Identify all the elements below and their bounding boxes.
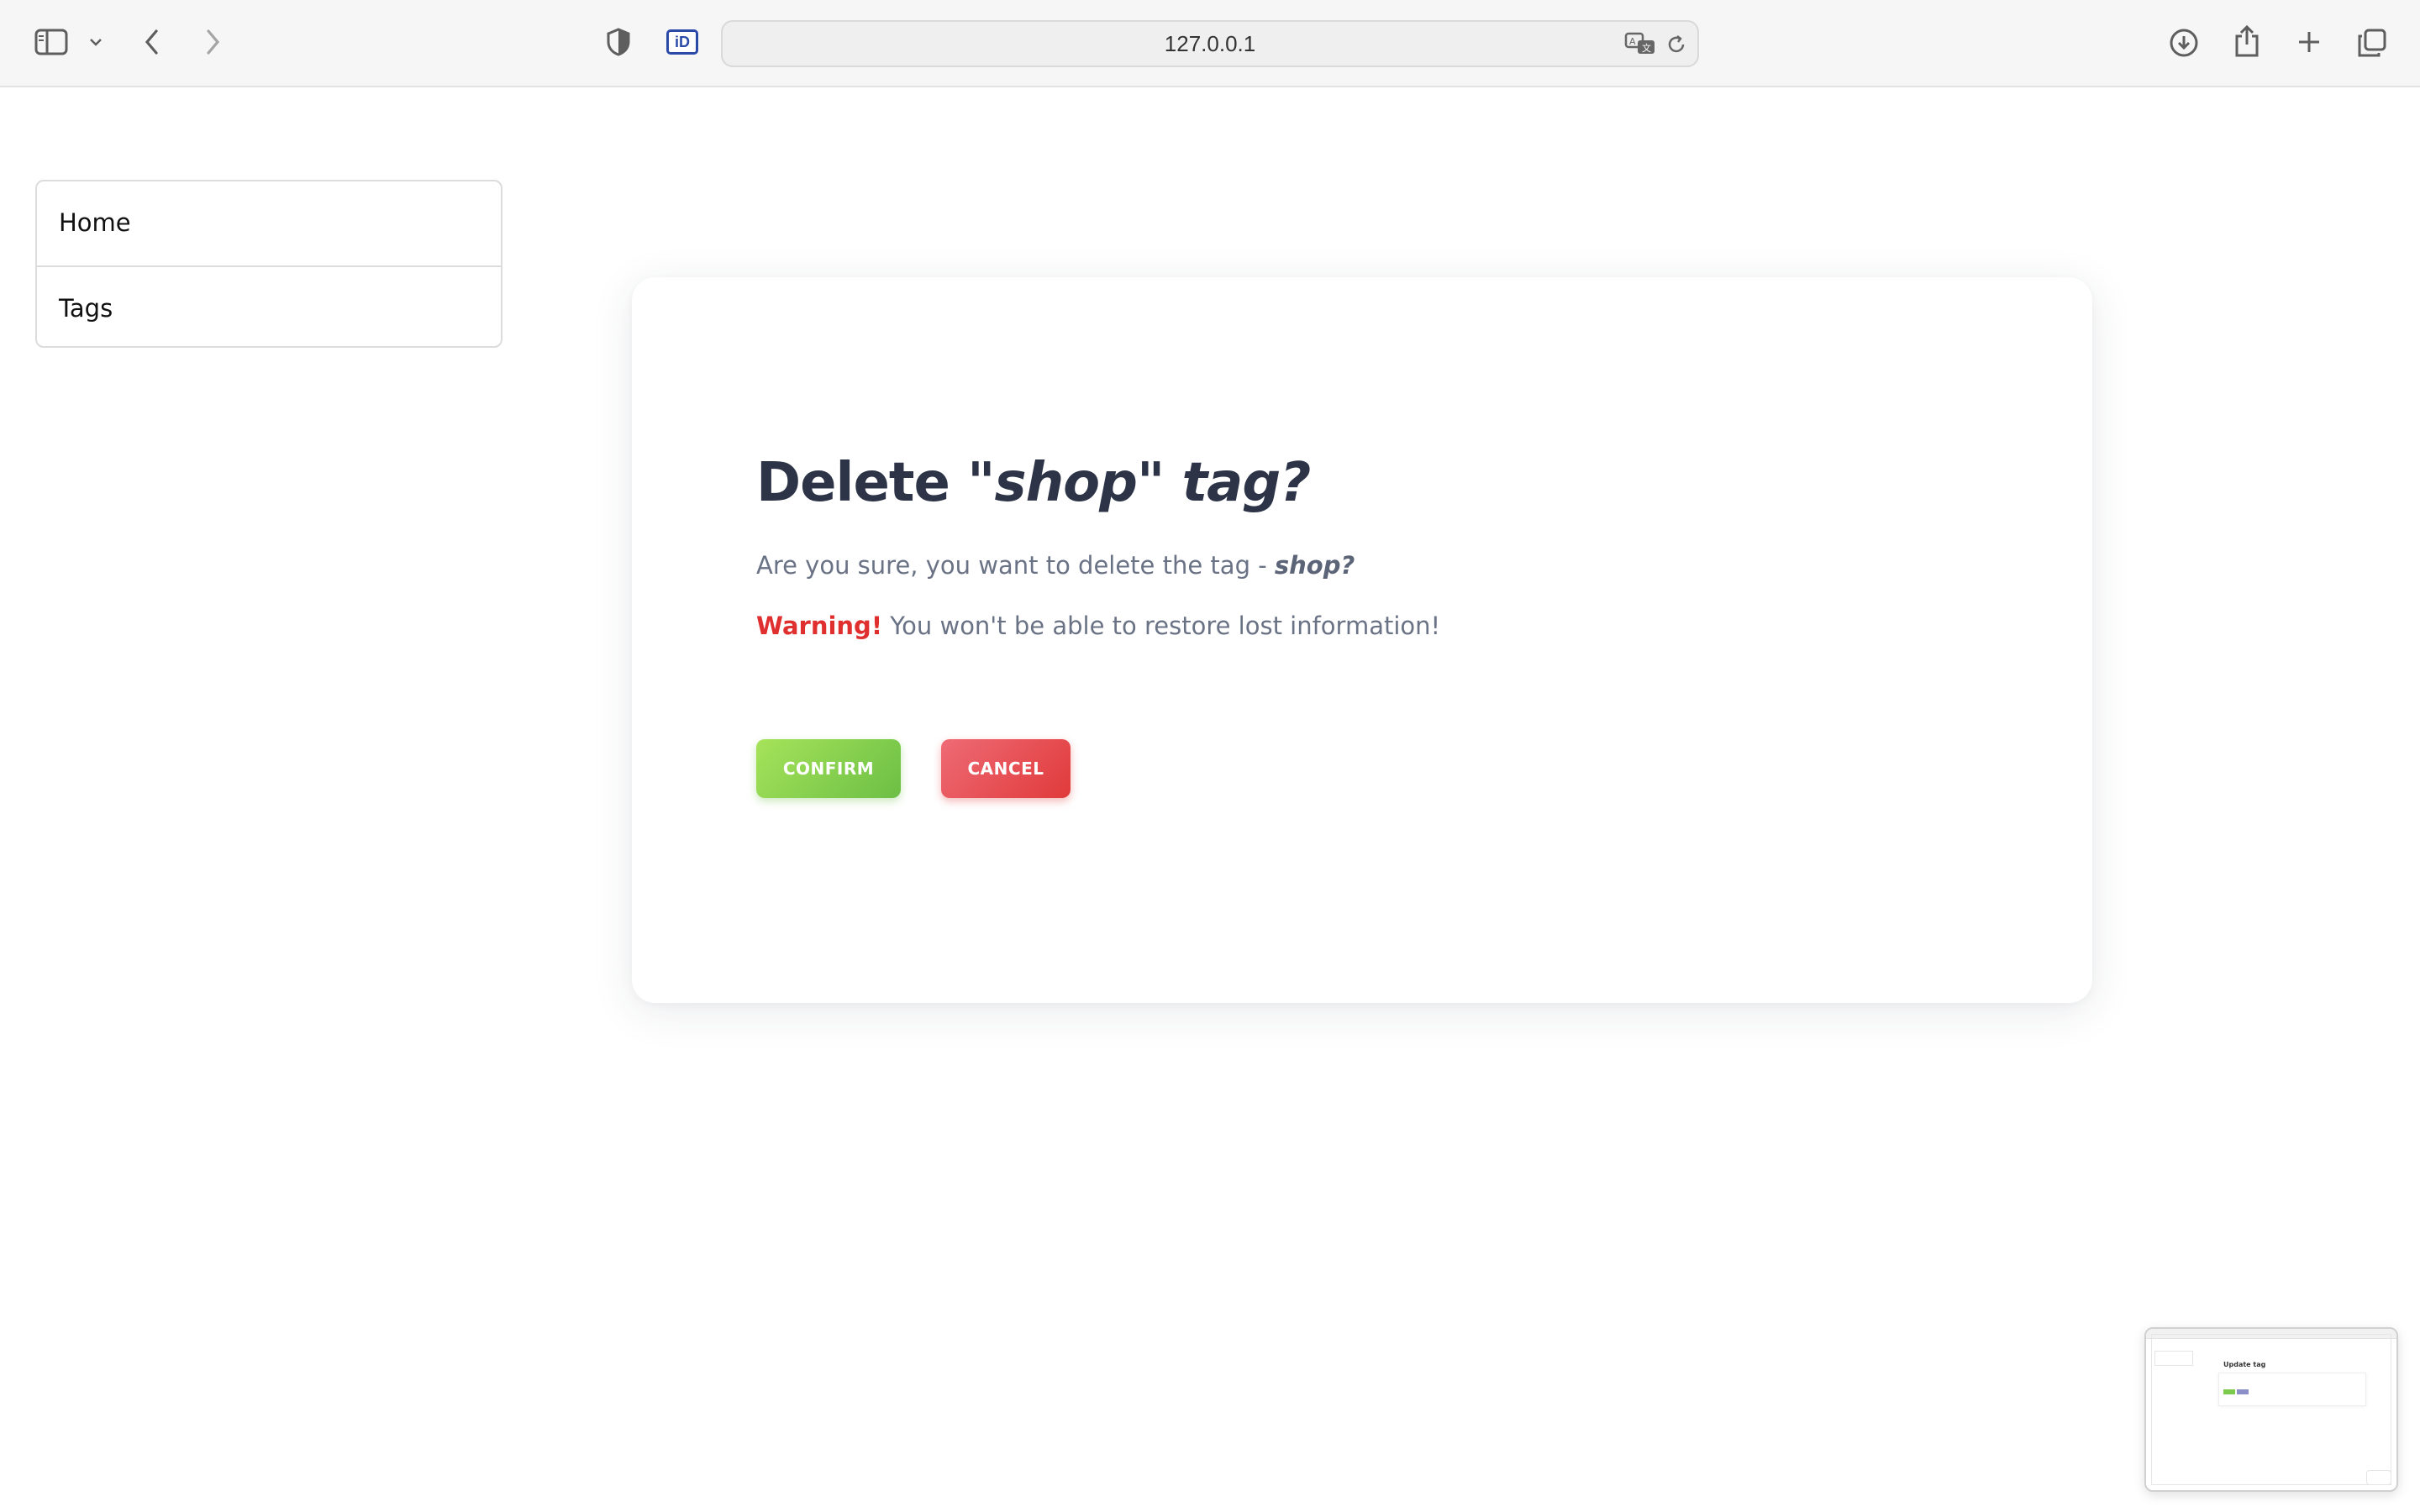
svg-text:文: 文	[1642, 42, 1651, 54]
warning-message: Warning! You won't be able to restore lo…	[756, 612, 1440, 640]
page-thumbnail-preview[interactable]: Update tag	[2144, 1327, 2398, 1492]
cancel-button[interactable]: CANCEL	[941, 739, 1071, 798]
id-extension-icon[interactable]: iD	[666, 29, 699, 55]
thumbnail-button-secondary	[2237, 1389, 2249, 1394]
svg-text:A: A	[1629, 36, 1636, 47]
thumbnail-title: Update tag	[2223, 1361, 2266, 1368]
share-icon[interactable]	[2230, 22, 2264, 60]
thumbnail-nav	[2154, 1351, 2193, 1366]
confirm-button[interactable]: CONFIRM	[756, 739, 901, 798]
reload-icon[interactable]	[1664, 32, 1689, 57]
page-title: Delete "shop" tag?	[756, 452, 1311, 514]
question-tag-name: shop?	[1274, 551, 1355, 580]
question-text: Are you sure, you want to delete the tag…	[756, 551, 1267, 580]
confirmation-question: Are you sure, you want to delete the tag…	[756, 551, 1355, 580]
thumbnail-corner-widget	[2366, 1470, 2391, 1485]
sidebar-nav: Home Tags	[35, 180, 502, 348]
warning-text: You won't be able to restore lost inform…	[890, 612, 1441, 640]
shield-icon[interactable]	[602, 25, 635, 59]
url-text: 127.0.0.1	[1164, 31, 1256, 56]
translate-icon[interactable]: A文	[1623, 30, 1657, 57]
download-icon[interactable]	[2166, 25, 2202, 60]
sidebar-icon[interactable]	[32, 25, 71, 59]
nav-item-home[interactable]: Home	[37, 181, 501, 265]
chevron-down-icon[interactable]	[86, 32, 106, 52]
title-prefix: Delete	[756, 452, 950, 514]
chevron-left-icon[interactable]	[138, 25, 166, 59]
thumbnail-button-save	[2223, 1389, 2235, 1394]
chevron-right-icon[interactable]	[198, 25, 227, 59]
title-tag-name: "shop" tag?	[967, 452, 1311, 514]
plus-icon[interactable]	[2292, 25, 2326, 59]
browser-toolbar: iD 127.0.0.1 A文	[0, 0, 2420, 87]
warning-label: Warning!	[756, 612, 883, 640]
delete-tag-card: Delete "shop" tag? Are you sure, you wan…	[632, 277, 2092, 1003]
nav-item-tags[interactable]: Tags	[37, 265, 501, 346]
tabs-overview-icon[interactable]	[2354, 25, 2390, 60]
address-bar[interactable]: 127.0.0.1 A文	[721, 20, 1699, 67]
extension-label: iD	[675, 33, 690, 50]
